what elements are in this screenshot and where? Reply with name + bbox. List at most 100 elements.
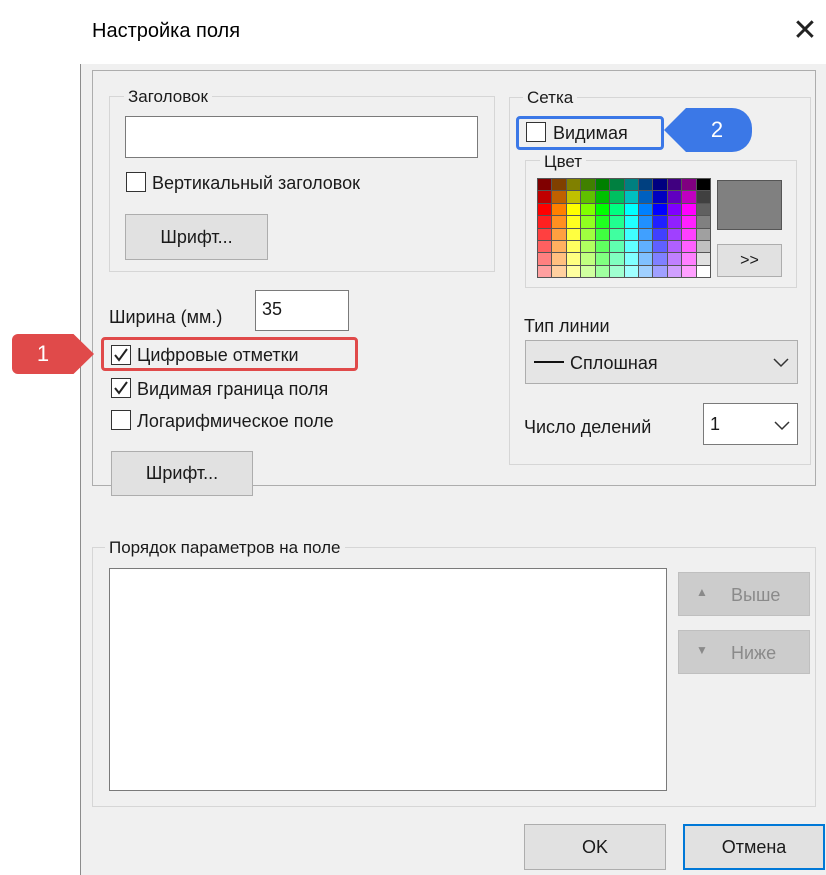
palette-swatch[interactable] xyxy=(682,203,696,216)
palette-swatch[interactable] xyxy=(682,240,696,253)
palette-swatch[interactable] xyxy=(624,191,638,203)
palette-swatch[interactable] xyxy=(667,253,682,265)
ok-button[interactable]: OK xyxy=(524,824,666,870)
palette-swatch[interactable] xyxy=(566,216,581,228)
palette-swatch[interactable] xyxy=(638,265,653,277)
palette-swatch[interactable] xyxy=(696,253,710,265)
palette-swatch[interactable] xyxy=(610,179,624,191)
palette-swatch[interactable] xyxy=(667,191,682,203)
palette-swatch[interactable] xyxy=(581,203,595,216)
palette-swatch[interactable] xyxy=(638,240,653,253)
palette-swatch[interactable] xyxy=(595,253,610,265)
palette-swatch[interactable] xyxy=(595,203,610,216)
palette-swatch[interactable] xyxy=(552,179,566,191)
palette-swatch[interactable] xyxy=(624,240,638,253)
params-order-list[interactable] xyxy=(109,568,667,791)
palette-swatch[interactable] xyxy=(624,179,638,191)
palette-swatch[interactable] xyxy=(595,265,610,277)
palette-swatch[interactable] xyxy=(624,216,638,228)
palette-swatch[interactable] xyxy=(581,191,595,203)
palette-swatch[interactable] xyxy=(682,191,696,203)
palette-swatch[interactable] xyxy=(696,265,710,277)
palette-swatch[interactable] xyxy=(610,240,624,253)
palette-swatch[interactable] xyxy=(566,240,581,253)
palette-swatch[interactable] xyxy=(624,228,638,240)
palette-swatch[interactable] xyxy=(538,253,552,265)
palette-swatch[interactable] xyxy=(667,240,682,253)
palette-swatch[interactable] xyxy=(696,191,710,203)
palette-swatch[interactable] xyxy=(667,179,682,191)
palette-swatch[interactable] xyxy=(538,191,552,203)
cancel-button[interactable]: Отмена xyxy=(683,824,825,870)
palette-swatch[interactable] xyxy=(653,265,667,277)
palette-swatch[interactable] xyxy=(624,203,638,216)
palette-swatch[interactable] xyxy=(538,240,552,253)
palette-swatch[interactable] xyxy=(653,240,667,253)
palette-swatch[interactable] xyxy=(638,179,653,191)
palette-swatch[interactable] xyxy=(667,228,682,240)
palette-swatch[interactable] xyxy=(638,216,653,228)
palette-swatch[interactable] xyxy=(595,191,610,203)
palette-swatch[interactable] xyxy=(610,253,624,265)
palette-swatch[interactable] xyxy=(595,216,610,228)
palette-swatch[interactable] xyxy=(638,203,653,216)
palette-swatch[interactable] xyxy=(566,228,581,240)
palette-swatch[interactable] xyxy=(624,265,638,277)
palette-swatch[interactable] xyxy=(696,179,710,191)
divisions-select[interactable]: 1 xyxy=(703,403,798,445)
palette-swatch[interactable] xyxy=(638,191,653,203)
color-palette[interactable] xyxy=(537,178,711,278)
palette-swatch[interactable] xyxy=(581,265,595,277)
palette-swatch[interactable] xyxy=(682,179,696,191)
palette-swatch[interactable] xyxy=(538,265,552,277)
palette-swatch[interactable] xyxy=(538,216,552,228)
palette-swatch[interactable] xyxy=(610,203,624,216)
palette-swatch[interactable] xyxy=(566,203,581,216)
palette-swatch[interactable] xyxy=(696,203,710,216)
palette-swatch[interactable] xyxy=(653,203,667,216)
palette-swatch[interactable] xyxy=(538,203,552,216)
palette-swatch[interactable] xyxy=(696,228,710,240)
palette-swatch[interactable] xyxy=(581,253,595,265)
more-colors-button[interactable]: >> xyxy=(717,244,782,277)
palette-swatch[interactable] xyxy=(610,216,624,228)
palette-swatch[interactable] xyxy=(667,203,682,216)
width-input[interactable]: 35 xyxy=(255,290,349,331)
palette-swatch[interactable] xyxy=(696,240,710,253)
palette-swatch[interactable] xyxy=(581,228,595,240)
palette-swatch[interactable] xyxy=(624,253,638,265)
palette-swatch[interactable] xyxy=(538,228,552,240)
palette-swatch[interactable] xyxy=(595,228,610,240)
palette-swatch[interactable] xyxy=(581,216,595,228)
palette-swatch[interactable] xyxy=(595,179,610,191)
palette-swatch[interactable] xyxy=(552,203,566,216)
palette-swatch[interactable] xyxy=(566,191,581,203)
palette-swatch[interactable] xyxy=(682,228,696,240)
palette-swatch[interactable] xyxy=(581,179,595,191)
palette-swatch[interactable] xyxy=(610,265,624,277)
palette-swatch[interactable] xyxy=(696,216,710,228)
log-field-checkbox[interactable] xyxy=(111,410,131,430)
palette-swatch[interactable] xyxy=(552,228,566,240)
palette-swatch[interactable] xyxy=(552,240,566,253)
palette-swatch[interactable] xyxy=(581,240,595,253)
palette-swatch[interactable] xyxy=(682,216,696,228)
palette-swatch[interactable] xyxy=(653,179,667,191)
visible-border-checkbox[interactable] xyxy=(111,378,131,398)
visible-grid-checkbox[interactable] xyxy=(526,122,546,142)
palette-swatch[interactable] xyxy=(653,253,667,265)
close-icon[interactable]: ✕ xyxy=(790,14,820,48)
palette-swatch[interactable] xyxy=(682,253,696,265)
palette-swatch[interactable] xyxy=(610,228,624,240)
palette-swatch[interactable] xyxy=(538,179,552,191)
palette-swatch[interactable] xyxy=(610,191,624,203)
palette-swatch[interactable] xyxy=(667,216,682,228)
line-type-select[interactable]: Сплошная xyxy=(525,340,798,384)
palette-swatch[interactable] xyxy=(552,253,566,265)
palette-swatch[interactable] xyxy=(682,265,696,277)
palette-swatch[interactable] xyxy=(552,191,566,203)
palette-swatch[interactable] xyxy=(667,265,682,277)
vertical-header-checkbox[interactable] xyxy=(126,172,146,192)
palette-swatch[interactable] xyxy=(595,240,610,253)
palette-swatch[interactable] xyxy=(566,265,581,277)
